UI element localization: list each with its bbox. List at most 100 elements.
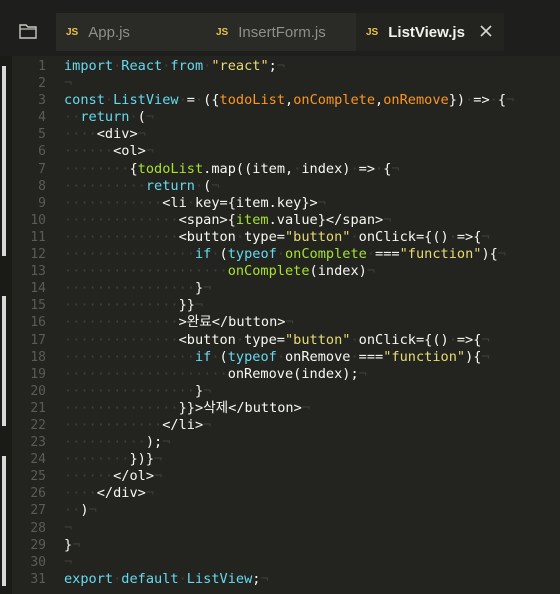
code-token: ¬ bbox=[72, 536, 81, 553]
code-line[interactable]: 24 ········})}¬ bbox=[12, 451, 560, 468]
code-token: ¬ bbox=[391, 160, 400, 177]
code-token: ·········· bbox=[64, 434, 146, 451]
code-token: ¬ bbox=[260, 570, 269, 587]
code-token: onClick={() bbox=[358, 228, 449, 245]
code-line[interactable]: 18 ················if·(typeof·onRemove·==… bbox=[12, 349, 560, 366]
line-number: 23 bbox=[30, 435, 46, 451]
code-line[interactable]: 20 ················}¬ bbox=[12, 383, 560, 400]
code-editor[interactable]: 1 import·React·from·"react";¬ 2 ¬ 3 const·Lis… bbox=[12, 58, 560, 594]
code-token: ¬ bbox=[64, 75, 73, 92]
tab-insertform-js[interactable]: JS InsertForm.js bbox=[206, 13, 356, 51]
code-token: return bbox=[80, 109, 130, 126]
code-token: }}>삭제</button> bbox=[178, 399, 302, 416]
close-icon[interactable] bbox=[478, 23, 494, 39]
line-number: 20 bbox=[30, 383, 46, 399]
code-token: (index) bbox=[309, 263, 367, 280]
code-line[interactable]: 5 ····<div>¬ bbox=[12, 126, 560, 143]
code-token: } bbox=[194, 382, 204, 399]
code-line[interactable]: 25 ······</ol>¬ bbox=[12, 468, 560, 485]
tab-app-js[interactable]: JS App.js bbox=[56, 13, 206, 51]
sidebar-toggle-button[interactable] bbox=[0, 13, 56, 49]
code-line[interactable]: 26 ····</div>¬ bbox=[12, 485, 560, 502]
code-token: · bbox=[489, 92, 498, 109]
code-line[interactable]: 8 ··········return·(¬ bbox=[12, 178, 560, 195]
line-number: 24 bbox=[30, 452, 46, 468]
js-file-icon: JS bbox=[66, 26, 79, 38]
code-text: ¬ bbox=[64, 75, 72, 92]
code-line[interactable]: 16 ··············>완료</button>¬ bbox=[12, 314, 560, 331]
code-line[interactable]: 7 ········{todoList.map((item,·index)·=>·… bbox=[12, 161, 560, 178]
code-line[interactable]: 28 ¬ bbox=[12, 520, 560, 537]
code-line[interactable]: 9 ············<li·key={item.key}>¬ bbox=[12, 195, 560, 212]
code-token: </li> bbox=[162, 416, 204, 433]
code-token: · bbox=[235, 228, 245, 245]
code-line[interactable]: 15 ··············}}¬ bbox=[12, 297, 560, 314]
code-token: from bbox=[170, 58, 204, 74]
code-token: ·············· bbox=[64, 228, 179, 245]
code-line[interactable]: 14 ················}¬ bbox=[12, 280, 560, 297]
code-token: ¬ bbox=[317, 194, 326, 211]
code-token: })} bbox=[129, 451, 155, 468]
code-line[interactable]: 4 ··return·(¬ bbox=[12, 109, 560, 126]
code-token: todoList bbox=[137, 160, 204, 177]
code-token: ListView bbox=[186, 570, 253, 587]
code-line[interactable]: 31 export·default·ListView;¬ bbox=[12, 571, 560, 588]
code-line[interactable]: 13 ····················onComplete(index)¬ bbox=[12, 263, 560, 280]
code-line[interactable]: 6 ······<ol>¬ bbox=[12, 143, 560, 160]
line-number: 22 bbox=[30, 417, 46, 433]
code-token: ( bbox=[219, 246, 228, 263]
code-line[interactable]: 17 ··············<button·type="button"·on… bbox=[12, 332, 560, 349]
code-line[interactable]: 12 ················if·(typeof·onComplete·… bbox=[12, 246, 560, 263]
code-token: ········ bbox=[64, 160, 130, 177]
code-token: ¬ bbox=[203, 416, 212, 433]
code-token: .value}</span> bbox=[268, 211, 384, 228]
code-line[interactable]: 30 ¬ bbox=[12, 554, 560, 571]
code-token: onClick={() bbox=[358, 331, 449, 348]
code-token: "function" bbox=[399, 246, 482, 263]
code-token: ················ bbox=[64, 280, 195, 297]
line-number: 1 bbox=[38, 59, 46, 74]
code-line[interactable]: 10 ··············<span>{item.value}</span… bbox=[12, 212, 560, 229]
js-file-icon: JS bbox=[366, 26, 379, 38]
code-token: typeof bbox=[227, 348, 277, 365]
code-token: ¬ bbox=[358, 365, 367, 382]
code-token: if bbox=[194, 348, 212, 365]
code-token: === bbox=[375, 246, 400, 263]
code-token: · bbox=[350, 331, 359, 348]
code-token: onRemove(index); bbox=[227, 365, 359, 382]
code-token: export bbox=[64, 570, 114, 587]
code-line[interactable]: 23 ··········);¬ bbox=[12, 434, 560, 451]
line-number: 30 bbox=[30, 554, 46, 570]
code-token: if bbox=[194, 246, 212, 263]
code-line[interactable]: 27 ··)¬ bbox=[12, 502, 560, 519]
code-line[interactable]: 1 import·React·from·"react";¬ bbox=[12, 58, 560, 75]
code-line[interactable]: 29}¬ bbox=[12, 537, 560, 554]
code-text: ··············<span>{item.value}</span>¬ bbox=[64, 212, 391, 229]
code-token: ¬ bbox=[162, 434, 171, 451]
js-file-icon: JS bbox=[216, 26, 229, 38]
code-token: · bbox=[375, 160, 384, 177]
code-token: · bbox=[104, 92, 114, 109]
code-text: ··)¬ bbox=[64, 502, 97, 519]
code-token: { bbox=[129, 160, 138, 177]
code-token: ·· bbox=[64, 502, 81, 519]
code-token: return bbox=[145, 177, 195, 194]
code-text: export·default·ListView;¬ bbox=[64, 571, 269, 588]
code-line[interactable]: 11 ··············<button·type="button"·on… bbox=[12, 229, 560, 246]
background-window-fragment bbox=[2, 66, 6, 256]
code-token: onRemove bbox=[383, 92, 449, 109]
code-token: ¬ bbox=[64, 553, 73, 570]
code-line[interactable]: 22 ············</li>¬ bbox=[12, 417, 560, 434]
code-token: ¬ bbox=[203, 382, 212, 399]
code-line[interactable]: 21 ··············}}>삭제</button>¬ bbox=[12, 400, 560, 417]
code-token: => bbox=[473, 92, 490, 109]
tab-listview-js[interactable]: JS ListView.js bbox=[356, 13, 504, 51]
code-line[interactable]: 19 ····················onRemove(index);¬ bbox=[12, 366, 560, 383]
code-text: ··········return·(¬ bbox=[64, 178, 220, 195]
code-line[interactable]: 2 ¬ bbox=[12, 75, 560, 92]
code-token: index) bbox=[301, 160, 351, 177]
line-number: 19 bbox=[30, 366, 46, 382]
code-text: }¬ bbox=[64, 537, 80, 554]
code-line[interactable]: 3 const·ListView·=·({todoList,onComplete,… bbox=[12, 92, 560, 109]
code-token: </div> bbox=[96, 485, 146, 502]
